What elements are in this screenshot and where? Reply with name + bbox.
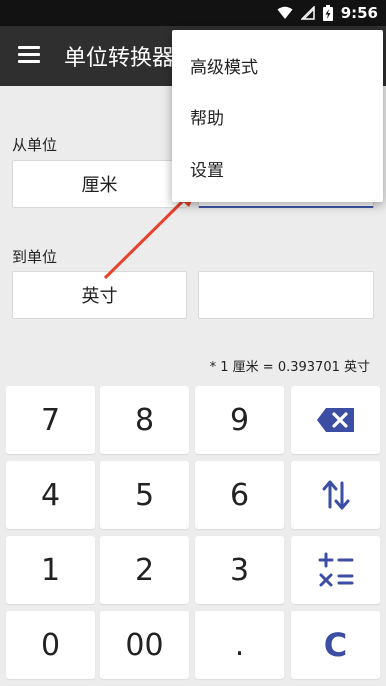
key-7[interactable]: 7 [6, 386, 95, 454]
status-time: 9:56 [340, 4, 378, 22]
key-3[interactable]: 3 [195, 536, 284, 604]
swap-icon [322, 480, 349, 510]
operators-button[interactable] [291, 536, 380, 604]
key-8[interactable]: 8 [100, 386, 189, 454]
menu-item-advanced-mode[interactable]: 高级模式 [172, 39, 383, 91]
hamburger-menu-icon[interactable] [18, 46, 40, 64]
swap-units-button[interactable] [291, 461, 380, 529]
app-title: 单位转换器 [64, 46, 174, 71]
key-2[interactable]: 2 [100, 536, 189, 604]
battery-charging-icon [322, 5, 333, 21]
backspace-button[interactable] [291, 386, 380, 454]
to-unit-selector[interactable]: 英寸 [12, 271, 187, 319]
key-decimal[interactable]: . [195, 611, 284, 679]
menu-item-help[interactable]: 帮助 [172, 90, 383, 142]
conversion-formula: * 1 厘米 = 0.393701 英寸 [209, 360, 370, 375]
overflow-menu: 高级模式 帮助 设置 [172, 30, 383, 202]
operators-icon [318, 552, 353, 587]
menu-item-settings[interactable]: 设置 [172, 142, 383, 194]
key-6[interactable]: 6 [195, 461, 284, 529]
no-signal-icon [300, 6, 315, 20]
wifi-icon [277, 6, 293, 19]
status-bar: 9:56 [0, 0, 386, 26]
status-icons: 9:56 [277, 4, 378, 22]
key-4[interactable]: 4 [6, 461, 95, 529]
key-9[interactable]: 9 [195, 386, 284, 454]
clear-button[interactable]: C [291, 611, 380, 679]
to-value-output [198, 271, 374, 319]
key-1[interactable]: 1 [6, 536, 95, 604]
backspace-icon [316, 408, 354, 432]
key-00[interactable]: 00 [100, 611, 189, 679]
key-0[interactable]: 0 [6, 611, 95, 679]
from-unit-label: 从单位 [12, 136, 58, 154]
to-unit-label: 到单位 [12, 248, 58, 266]
from-unit-selector[interactable]: 厘米 [12, 160, 187, 208]
keypad: 7 8 9 4 5 6 1 2 3 0 00 . C [0, 384, 386, 686]
key-5[interactable]: 5 [100, 461, 189, 529]
